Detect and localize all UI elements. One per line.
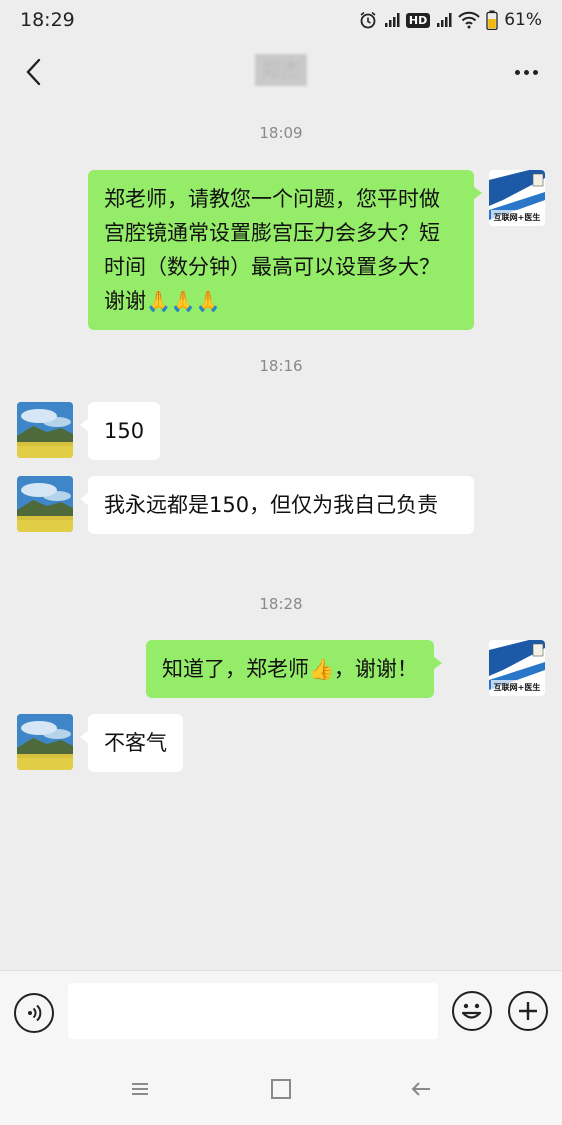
chat-title: 郑杰 [255,54,307,86]
wifi-icon [458,11,480,29]
message-text: 我永远都是150，但仅为我自己负责 [104,493,439,517]
contact-avatar[interactable] [17,476,73,532]
landscape-avatar-image [17,402,73,458]
message-bubble-self[interactable]: 郑老师，请教您一个问题，您平时做宫腔镜通常设置膨宫压力会多大？短时间（数分钟）最… [88,170,482,330]
message-text: 知道了，郑老师 [162,657,309,681]
status-icons: HD 61% [358,10,542,30]
more-functions-button[interactable] [508,991,548,1031]
message-text: 不客气 [104,731,167,755]
plus-circle-icon [519,1002,537,1020]
message-text: ，谢谢！ [333,657,418,681]
svg-text:互联网+医生: 互联网+医生 [494,212,541,222]
system-back-button[interactable] [401,1074,441,1104]
status-bar: 18:29 HD 61% [0,0,562,40]
voice-icon [28,1004,42,1022]
signal-icon [437,13,452,27]
message-bubble-other[interactable]: 我永远都是150，但仅为我自己负责 [80,476,474,534]
back-arrow-icon [411,1082,430,1096]
back-button[interactable] [16,54,52,90]
thumbs-up-emoji-icon: 👍 [309,657,334,681]
landscape-avatar-image [17,476,73,532]
hd-badge: HD [405,12,431,28]
chevron-left-icon [26,58,41,86]
menu-button[interactable] [120,1074,160,1104]
more-dots-icon [514,69,520,75]
emoji-button[interactable] [452,991,492,1031]
message-bubble-self[interactable]: 知道了，郑老师👍，谢谢！ [146,640,442,698]
home-button[interactable] [261,1074,301,1104]
battery-percent: 61% [504,10,542,30]
signal-icon [384,13,400,27]
message-bubble-other[interactable]: 不客气 [80,714,183,772]
more-button[interactable] [506,54,546,90]
home-square-icon [271,1079,291,1099]
avatar-image: 互联网+医生 [489,640,545,696]
chat-header: 郑杰 [0,40,562,104]
self-avatar[interactable]: 互联网+医生 [489,640,545,696]
message-timestamp: 18:16 [259,357,303,375]
pray-emoji-icon: 🙏🙏🙏 [146,289,221,313]
status-time: 18:29 [20,9,75,31]
message-bubble-other[interactable]: 150 [79,402,161,460]
voice-button[interactable] [14,993,54,1033]
message-input[interactable] [68,983,438,1039]
input-bar [0,970,562,1054]
landscape-avatar-image [17,714,73,770]
alarm-icon [360,11,376,29]
battery-icon [486,10,498,30]
avatar-image: 互联网+医生 [489,170,545,226]
message-timestamp: 18:09 [259,124,303,142]
svg-text:互联网+医生: 互联网+医生 [494,682,541,692]
smiley-icon [461,1003,482,1019]
message-text: 150 [104,419,145,443]
system-nav-bar [0,1054,562,1125]
contact-avatar[interactable] [17,402,73,458]
menu-icon [132,1083,148,1095]
contact-avatar[interactable] [17,714,73,770]
self-avatar[interactable]: 互联网+医生 [489,170,545,226]
message-timestamp: 18:28 [259,595,303,613]
